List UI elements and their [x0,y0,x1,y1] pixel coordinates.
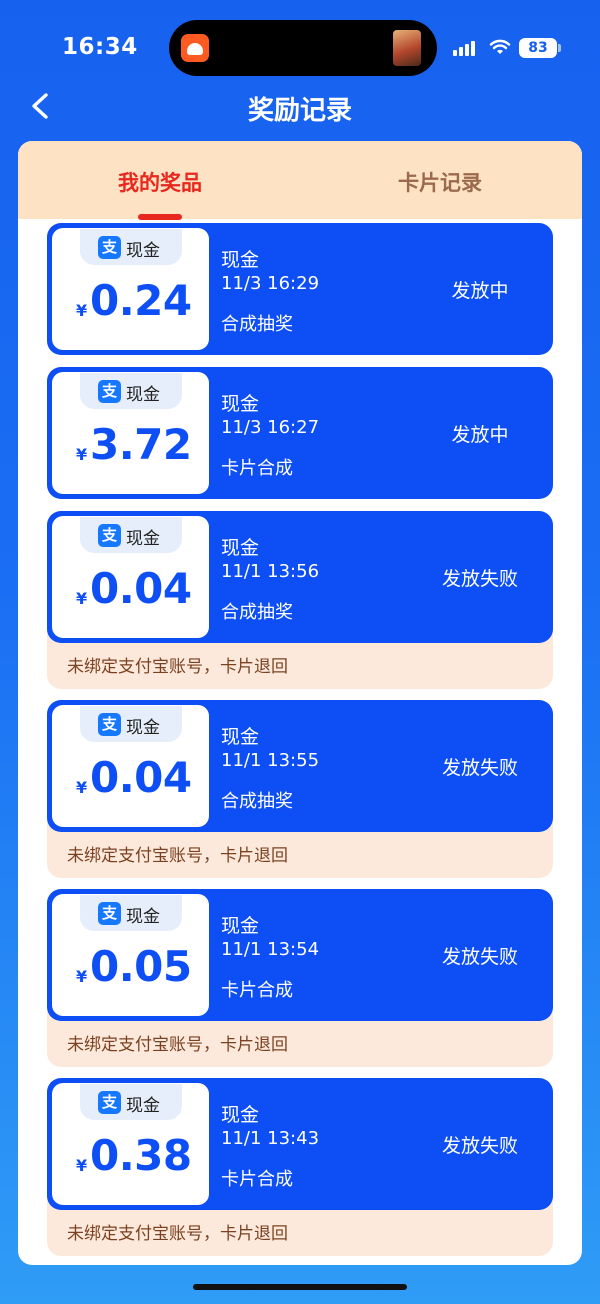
tab-card-records[interactable]: 卡片记录 [340,167,540,197]
reward-card-body: 支现金 ¥0.38 现金 11/1 13:43 卡片合成 发放失败 [47,1078,553,1210]
battery-indicator: 83 [519,38,561,58]
failure-note-text: 未绑定支付宝账号，卡片退回 [67,1035,288,1055]
reward-time: 11/3 16:29 [221,273,320,294]
reward-type: 现金 [221,537,260,559]
reward-amount: 0.38 [90,1131,192,1180]
reward-record-card[interactable]: 支现金 ¥3.72 现金 11/3 16:27 卡片合成 发放中 [47,367,553,499]
currency-symbol: ¥ [76,1156,88,1175]
reward-card-body: 支现金 ¥0.24 现金 11/3 16:29 合成抽奖 发放中 [47,223,553,355]
reward-record-card[interactable]: 支现金 ¥0.38 现金 11/1 13:43 卡片合成 发放失败 未绑定支付宝账号，卡片退… [47,1078,553,1256]
alipay-icon: 支 [98,236,121,259]
cash-badge: 支现金 [80,706,182,742]
cash-badge: 支现金 [80,373,182,409]
currency-symbol: ¥ [76,445,88,464]
badge-label: 现金 [126,1096,160,1116]
reward-source: 合成抽奖 [221,791,293,812]
reward-record-card[interactable]: 支现金 ¥0.05 现金 11/1 13:54 卡片合成 发放失败 未绑定支付宝账号，卡片退… [47,889,553,1067]
reward-source: 合成抽奖 [221,314,293,335]
reward-time: 11/1 13:55 [221,750,320,771]
cellular-signal-icon [453,40,481,56]
tab-bar: 我的奖品 卡片记录 [18,141,582,220]
reward-time: 11/1 13:56 [221,561,320,582]
badge-label: 现金 [126,529,160,549]
reward-source: 卡片合成 [221,980,293,1001]
page-title: 奖励记录 [247,96,352,126]
reward-status: 发放失败 [441,757,518,779]
cash-badge: 支现金 [80,1084,182,1120]
currency-symbol: ¥ [76,778,88,797]
reward-status: 发放失败 [441,1135,518,1157]
failure-note-text: 未绑定支付宝账号，卡片退回 [67,657,288,677]
reward-type: 现金 [221,726,260,748]
reward-record-card[interactable]: 支现金 ¥0.24 现金 11/3 16:29 合成抽奖 发放中 [47,223,553,355]
alipay-icon: 支 [98,1091,121,1114]
alipay-icon: 支 [98,902,121,925]
reward-card-body: 支现金 ¥0.05 现金 11/1 13:54 卡片合成 发放失败 [47,889,553,1021]
reward-card-body: 支现金 ¥0.04 现金 11/1 13:56 合成抽奖 发放失败 [47,511,553,643]
reward-status: 发放失败 [441,946,518,968]
amount-box: 支现金 ¥3.72 [52,372,209,494]
reward-type: 现金 [221,1104,260,1126]
reward-source: 卡片合成 [221,458,293,479]
reward-card-body: 支现金 ¥0.04 现金 11/1 13:55 合成抽奖 发放失败 [47,700,553,832]
alipay-icon: 支 [98,713,121,736]
reward-amount: 0.04 [90,753,192,802]
alipay-icon: 支 [98,380,121,403]
cash-badge: 支现金 [80,229,182,265]
badge-label: 现金 [126,241,160,261]
reward-status: 发放失败 [441,568,518,590]
badge-label: 现金 [126,385,160,405]
reward-amount: 0.04 [90,564,192,613]
reward-type: 现金 [221,249,260,271]
reward-status: 发放中 [451,280,509,302]
amount-box: 支现金 ¥0.05 [52,894,209,1016]
reward-time: 11/3 16:27 [221,417,320,438]
reward-status: 发放中 [451,424,509,446]
media-thumbnail-icon [393,30,421,66]
currency-symbol: ¥ [76,301,88,320]
badge-label: 现金 [126,907,160,927]
reward-amount: 0.05 [90,942,192,991]
records-panel: 我的奖品 卡片记录 支现金 ¥0.24 现金 11/3 16:29 合成抽奖 发放中支现金… [18,141,582,1265]
reward-card-body: 支现金 ¥3.72 现金 11/3 16:27 卡片合成 发放中 [47,367,553,499]
reward-source: 卡片合成 [221,1169,293,1190]
status-bar: 16:34 83 [0,0,600,90]
reward-source: 合成抽奖 [221,602,293,623]
failure-note-text: 未绑定支付宝账号，卡片退回 [67,1224,288,1244]
reward-record-card[interactable]: 支现金 ¥0.04 现金 11/1 13:55 合成抽奖 发放失败 未绑定支付宝账号，卡片退… [47,700,553,878]
failure-note-text: 未绑定支付宝账号，卡片退回 [67,846,288,866]
reward-type: 现金 [221,393,260,415]
amount-box: 支现金 ¥0.38 [52,1083,209,1205]
reward-time: 11/1 13:54 [221,939,320,960]
active-tab-indicator [138,214,182,220]
app-icon [181,34,209,62]
badge-label: 现金 [126,718,160,738]
alipay-icon: 支 [98,524,121,547]
currency-symbol: ¥ [76,967,88,986]
reward-amount: 3.72 [90,420,192,469]
tab-my-prizes[interactable]: 我的奖品 [60,167,260,197]
reward-record-card[interactable]: 支现金 ¥0.04 现金 11/1 13:56 合成抽奖 发放失败 未绑定支付宝账号，卡片退… [47,511,553,689]
reward-amount: 0.24 [90,276,192,325]
amount-box: 支现金 ¥0.04 [52,516,209,638]
amount-box: 支现金 ¥0.24 [52,228,209,350]
reward-type: 现金 [221,915,260,937]
home-indicator[interactable] [193,1284,407,1290]
status-time: 16:34 [62,34,138,60]
dynamic-island [169,20,437,76]
cash-badge: 支现金 [80,895,182,931]
reward-time: 11/1 13:43 [221,1128,320,1149]
cash-badge: 支现金 [80,517,182,553]
currency-symbol: ¥ [76,589,88,608]
amount-box: 支现金 ¥0.04 [52,705,209,827]
wifi-icon [489,39,511,54]
